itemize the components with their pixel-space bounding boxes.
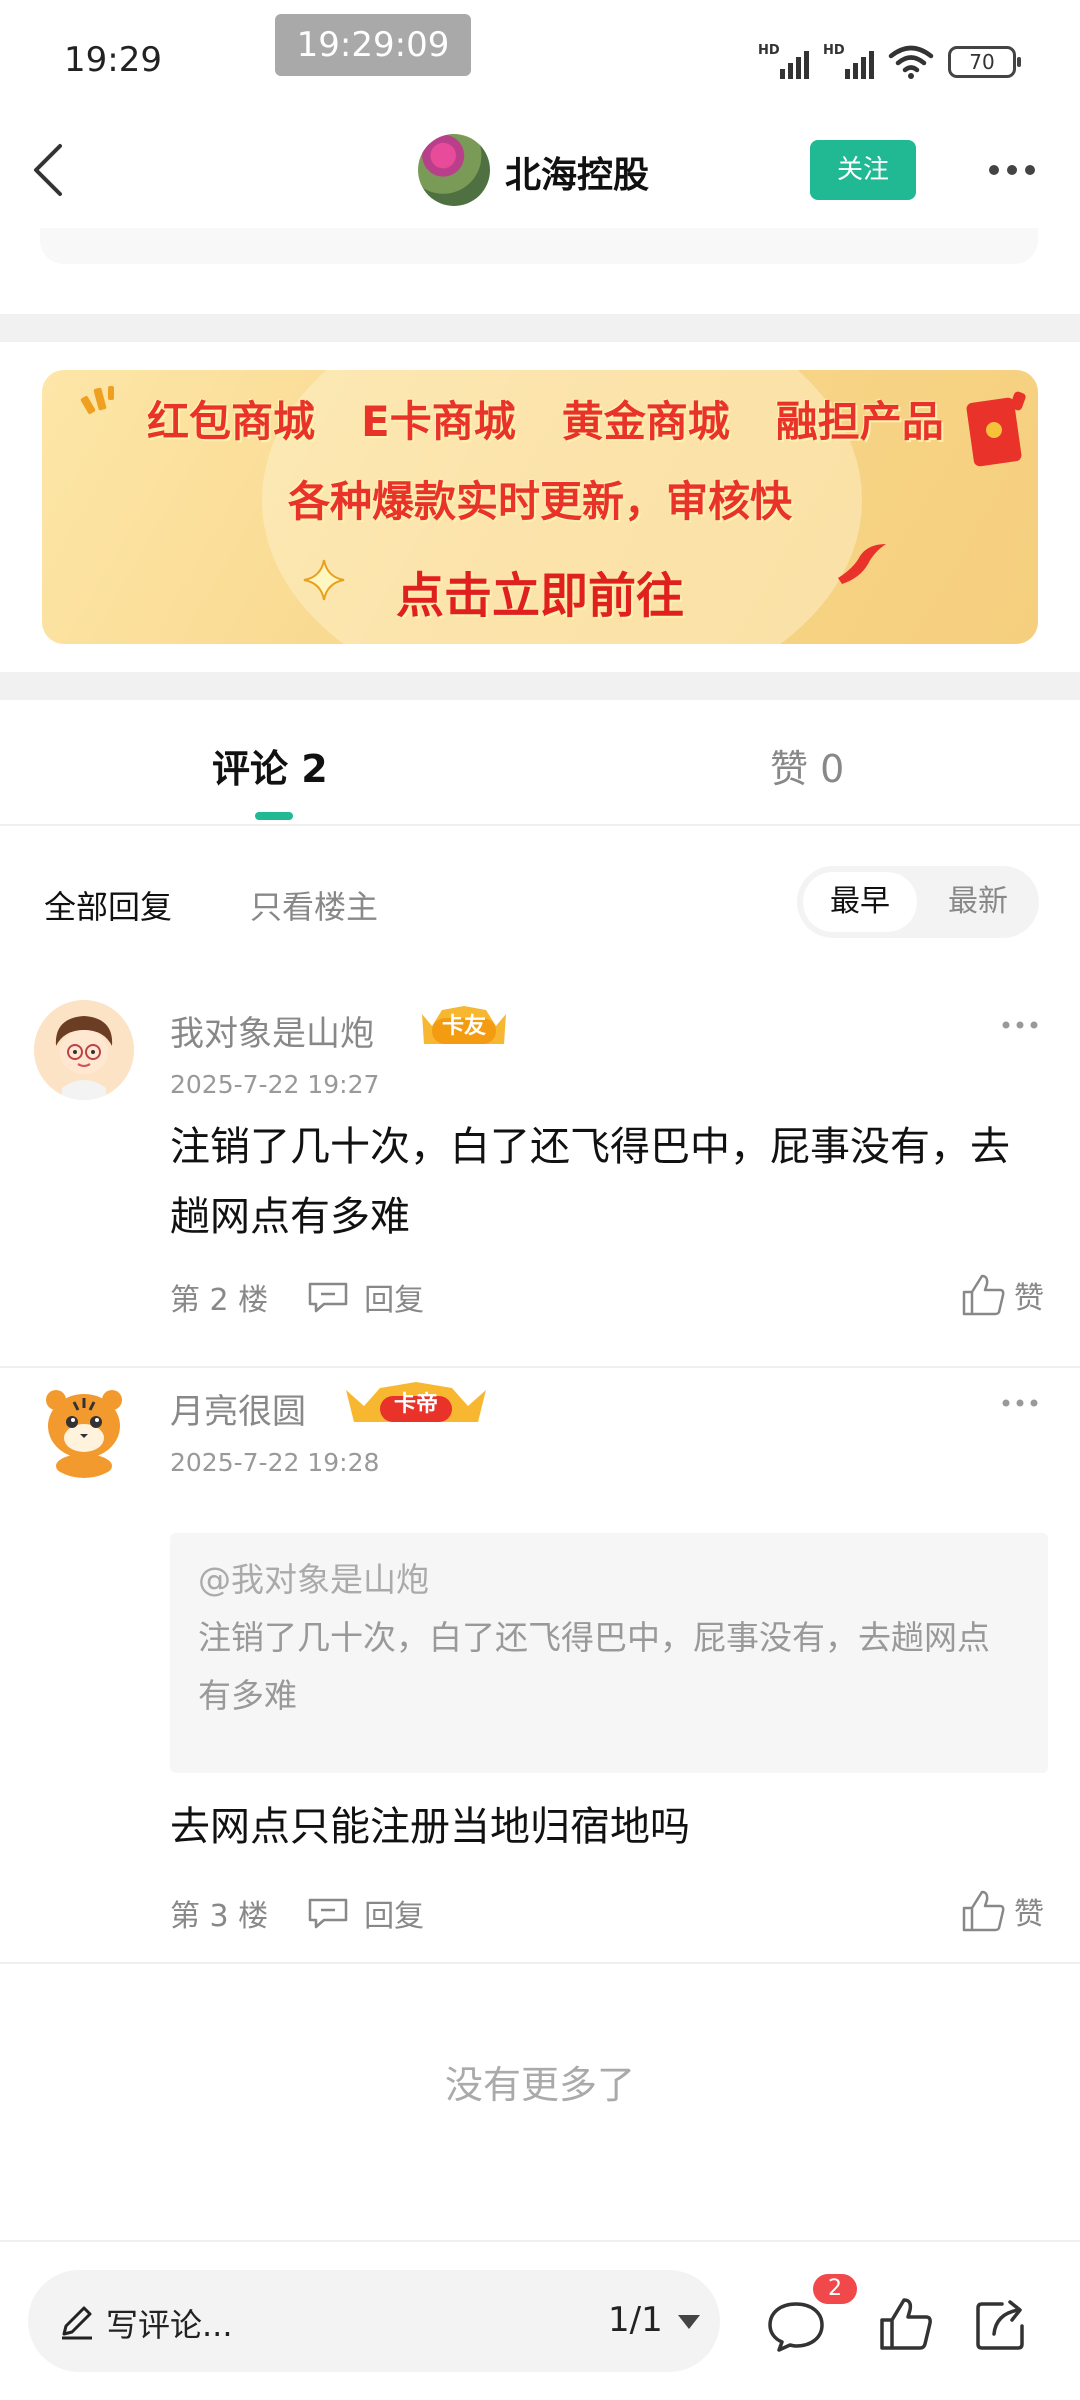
signal-icon-2: HD	[823, 43, 874, 79]
tab-indicator	[255, 812, 293, 820]
thumbs-up-icon	[962, 1274, 1005, 1316]
sort-toggle: 最早 最新	[797, 866, 1039, 938]
like-label: 赞	[1014, 1897, 1044, 1932]
comment-time: 2025-7-22 19:28	[170, 1448, 380, 1477]
red-ribbon-icon	[838, 544, 886, 584]
user-badge: 卡友	[418, 1004, 510, 1050]
tab-comments[interactable]: 评论 2	[212, 738, 328, 793]
quoted-comment[interactable]: @我对象是山炮 注销了几十次，白了还飞得巴中，屁事没有，去趟网点有多难	[170, 1533, 1048, 1773]
tab-likes[interactable]: 赞 0	[770, 738, 844, 793]
wifi-icon	[888, 45, 934, 79]
badge-label: 卡友	[441, 1014, 486, 1039]
quoted-text: 注销了几十次，白了还飞得巴中，屁事没有，去趟网点有多难	[198, 1618, 990, 1715]
like-button[interactable]: 赞	[960, 1886, 1044, 1936]
page-indicator[interactable]: 1/1	[608, 2300, 663, 2340]
filter-row: 全部回复 只看楼主 最早 最新	[0, 856, 1080, 946]
signal-icon: HD	[758, 43, 809, 79]
comment-text: 注销了几十次，白了还飞得巴中，屁事没有，去趟网点有多难	[170, 1124, 1010, 1240]
comment-time: 2025-7-22 19:27	[170, 1070, 380, 1099]
like-label: 赞	[1014, 1281, 1044, 1316]
clock-overlay: 19:29:09	[275, 14, 471, 76]
dropdown-icon[interactable]	[676, 2312, 702, 2332]
comment-tabs: 评论 2 赞 0	[0, 700, 1080, 826]
commenter-avatar[interactable]	[34, 1378, 134, 1478]
share-icon[interactable]	[972, 2296, 1030, 2354]
floor-number: 第 3 楼	[170, 1899, 269, 1934]
banner-item: 黄金商城	[561, 397, 730, 446]
comment-item: 我对象是山炮 卡友 2025-7-22 19:27 注销了几十次，白了还飞得巴中…	[0, 990, 1080, 1368]
network-label: HD	[758, 43, 780, 58]
comment-actions: 第 2 楼 回复	[170, 1272, 424, 1322]
user-badge: 卡帝	[344, 1382, 488, 1428]
reply-button[interactable]: 回复	[364, 1891, 424, 1935]
red-envelope-icon	[966, 391, 1026, 467]
section-divider	[0, 314, 1080, 342]
banner-item: 红包商城	[147, 397, 316, 446]
top-nav: 北海控股 关注	[0, 110, 1080, 230]
bottom-bar: 写评论... 1/1 2	[0, 2240, 1080, 2400]
end-of-list: 没有更多了	[444, 2063, 635, 2107]
like-button[interactable]: 赞	[960, 1270, 1044, 1320]
quoted-user: @我对象是山炮	[198, 1560, 429, 1599]
comment-icon[interactable]	[766, 2298, 826, 2354]
commenter-avatar[interactable]	[34, 1000, 134, 1100]
commenter-name[interactable]: 月亮很圆	[170, 1384, 306, 1433]
comment-more-icon[interactable]	[1000, 1018, 1040, 1032]
comment-item: 月亮很圆 卡帝 2025-7-22 19:28 @我对象是山炮 注销了几十次，白…	[0, 1368, 1080, 1964]
thumbs-up-icon	[962, 1890, 1005, 1932]
banner-subtitle: 各种爆款实时更新，审核快	[287, 477, 792, 526]
section-divider-2	[0, 672, 1080, 700]
like-icon[interactable]	[878, 2296, 934, 2352]
commenter-name[interactable]: 我对象是山炮	[170, 1006, 374, 1055]
filter-all-replies[interactable]: 全部回复	[44, 882, 172, 928]
author-name[interactable]: 北海控股	[505, 146, 649, 198]
spark-icon	[80, 386, 114, 415]
comment-more-icon[interactable]	[1000, 1396, 1040, 1410]
filter-owner-only[interactable]: 只看楼主	[250, 882, 378, 928]
author-avatar[interactable]	[418, 134, 490, 206]
comment-actions: 第 3 楼 回复	[170, 1888, 424, 1938]
write-comment-input[interactable]: 写评论... 1/1	[28, 2270, 720, 2372]
badge-label: 卡帝	[393, 1392, 438, 1417]
network-label-2: HD	[823, 43, 845, 58]
reply-button[interactable]: 回复	[364, 1275, 424, 1319]
more-options-icon[interactable]	[986, 150, 1038, 190]
floor-number: 第 2 楼	[170, 1283, 269, 1318]
banner-item: 融担产品	[775, 397, 944, 446]
banner-item: E卡商城	[361, 397, 516, 446]
promo-banner[interactable]: 红包商城 E卡商城 黄金商城 融担产品 各种爆款实时更新，审核快 点击立即前往	[42, 370, 1038, 644]
status-bar: 19:29 19:29:09 HD HD 70	[0, 0, 1080, 110]
post-card-bottom	[40, 228, 1038, 264]
follow-button[interactable]: 关注	[810, 140, 916, 200]
tiger-avatar-icon	[34, 1378, 134, 1478]
pen-icon	[62, 2306, 92, 2340]
battery-icon: 70	[948, 46, 1021, 78]
write-comment-placeholder: 写评论...	[106, 2306, 233, 2344]
banner-items: 红包商城 E卡商城 黄金商城 融担产品	[147, 388, 944, 449]
status-icons: HD HD 70	[758, 40, 1021, 84]
boy-avatar-icon	[34, 1000, 134, 1100]
status-time: 19:29	[64, 40, 162, 80]
back-icon[interactable]	[24, 140, 74, 200]
sort-newest[interactable]: 最新	[923, 872, 1033, 932]
comment-text: 去网点只能注册当地归宿地吗	[170, 1804, 690, 1850]
sort-earliest[interactable]: 最早	[803, 872, 917, 932]
reply-icon[interactable]	[306, 1896, 350, 1930]
reply-icon[interactable]	[306, 1280, 350, 1314]
comment-count-badge: 2	[813, 2274, 857, 2304]
